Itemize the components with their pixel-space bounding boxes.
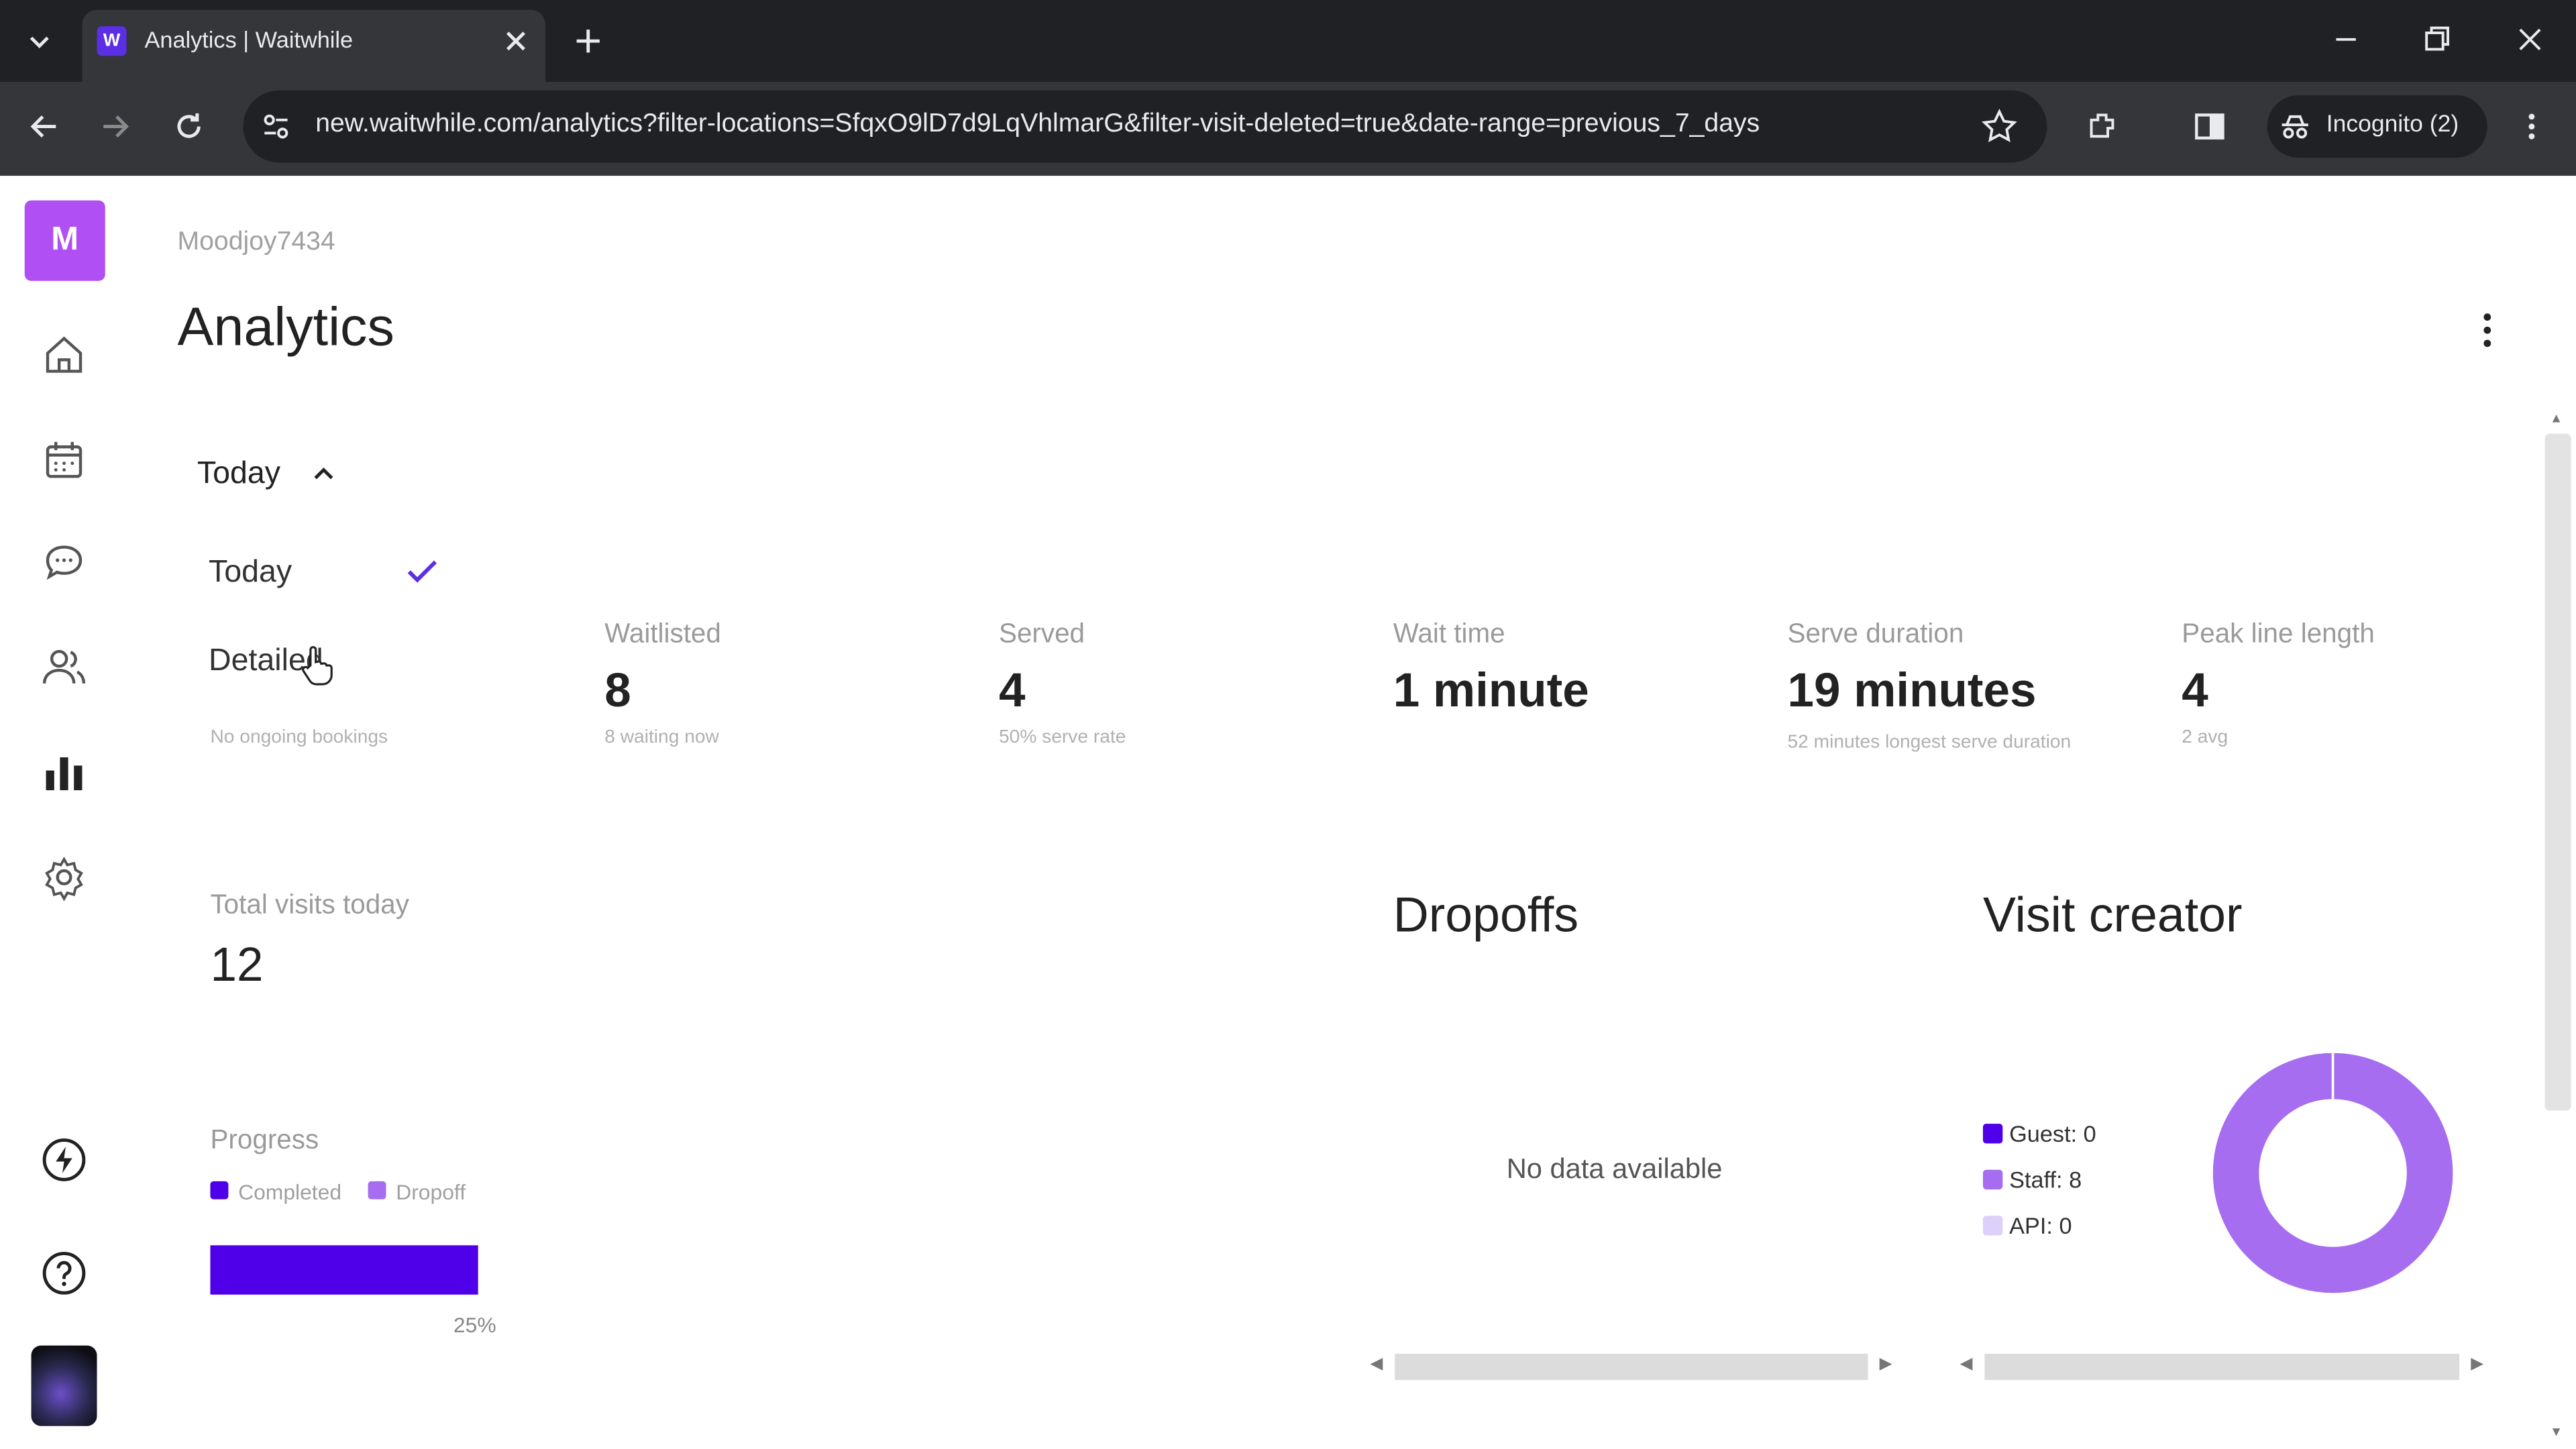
scroll-right-icon[interactable]: ▶ [1880,1355,1892,1373]
tab-title: Analytics | Waitwhile [144,26,354,53]
stat-sub-waitlisted: 8 waiting now [604,727,719,748]
close-window-icon[interactable] [2510,19,2550,59]
browser-menu-icon[interactable] [2512,107,2552,146]
close-tab-icon[interactable] [496,21,536,61]
workspace-badge[interactable]: M [24,200,105,281]
site-info-icon[interactable] [256,107,296,146]
url-text: new.waitwhile.com/analytics?filter-locat… [315,110,1760,138]
date-range-dropdown[interactable]: Today [197,457,280,493]
scroll-left-icon[interactable]: ◀ [1960,1355,1973,1373]
stat-value-waitlisted: 8 [604,665,631,718]
legend-label-completed: Completed [238,1179,342,1205]
back-icon[interactable] [25,107,64,146]
progress-bar-fill [210,1245,478,1295]
side-panel-icon[interactable] [2190,107,2230,146]
dropoffs-scrollbar[interactable] [1395,1353,1868,1381]
ongoing-bookings-note: No ongoing bookings [210,727,388,748]
progress-percent: 25% [453,1312,496,1338]
analytics-icon[interactable] [40,747,89,796]
extensions-icon[interactable] [2083,107,2123,146]
page-scrollbar-thumb[interactable] [2544,433,2571,1111]
calendar-icon[interactable] [40,435,89,484]
workspace-name: Moodjoy7434 [177,228,335,257]
legend-swatch-api [1982,1216,2003,1236]
minimize-icon[interactable] [2326,19,2366,59]
bookmark-star-icon[interactable] [1980,107,2019,146]
scroll-left-icon[interactable]: ◀ [1370,1355,1383,1373]
legend-label-staff: Staff: 8 [2009,1166,2082,1193]
users-icon[interactable] [40,643,89,692]
forward-icon[interactable] [95,107,135,146]
total-visits-value: 12 [210,939,264,993]
page-title: Analytics [177,295,394,357]
incognito-label: Incognito (2) [2326,111,2459,138]
visit-creator-title: Visit creator [1982,888,2243,943]
stat-sub-served: 50% serve rate [998,727,1126,748]
donut-slice-staff [2212,1053,2453,1293]
home-icon[interactable] [40,330,89,379]
stat-value-peak-line: 4 [2182,665,2208,718]
favicon-icon: W [97,26,127,56]
chat-icon[interactable] [40,537,89,586]
legend-swatch-guest [1982,1124,2003,1144]
visit-creator-donut-chart [2212,1053,2453,1293]
user-avatar[interactable] [31,1345,97,1426]
stat-value-served: 4 [998,665,1026,718]
incognito-icon [2275,107,2315,146]
legend-label-guest: Guest: 0 [2009,1120,2096,1147]
tab-search-icon[interactable] [19,21,59,61]
help-icon[interactable] [40,1248,89,1297]
stat-sub-serve-duration: 52 minutes longest serve duration [1787,733,2072,753]
chevron-up-icon[interactable] [309,458,338,488]
legend-swatch-staff [1982,1169,2003,1190]
progress-label: Progress [210,1125,319,1155]
stat-label-waitlisted: Waitlisted [604,619,721,649]
visit-creator-scrollbar[interactable] [1984,1353,2460,1381]
hand-cursor-icon [301,644,333,687]
page-scroll-down-icon[interactable]: ▼ [2550,1424,2563,1439]
restore-icon[interactable] [2416,19,2456,59]
scroll-right-icon[interactable]: ▶ [2471,1355,2483,1373]
legend-swatch-completed [210,1181,229,1199]
total-visits-label: Total visits today [210,890,409,920]
legend-label-api: API: 0 [2009,1212,2072,1239]
progress-bar-track [210,1245,478,1295]
stat-label-served: Served [998,619,1085,649]
stat-label-serve-duration: Serve duration [1787,619,1964,649]
page-scroll-up-icon[interactable]: ▲ [2550,411,2563,425]
date-option-today[interactable]: Today [209,555,292,592]
more-options-icon[interactable] [2467,311,2507,350]
dropoffs-empty-state: No data available [1506,1153,1723,1185]
stat-label-wait-time: Wait time [1393,619,1505,649]
stat-sub-peak-line: 2 avg [2182,727,2229,748]
dropoffs-title: Dropoffs [1393,888,1579,943]
legend-swatch-dropoff [368,1181,386,1199]
stat-value-wait-time: 1 minute [1393,665,1589,718]
stat-label-peak-line: Peak line length [2182,619,2375,649]
settings-icon[interactable] [40,853,89,902]
legend-label-dropoff: Dropoff [396,1179,466,1205]
check-icon [402,552,442,592]
stat-value-serve-duration: 19 minutes [1787,665,2037,718]
reload-icon[interactable] [169,107,209,146]
new-tab-icon[interactable] [568,21,608,61]
bolt-icon[interactable] [40,1135,89,1184]
